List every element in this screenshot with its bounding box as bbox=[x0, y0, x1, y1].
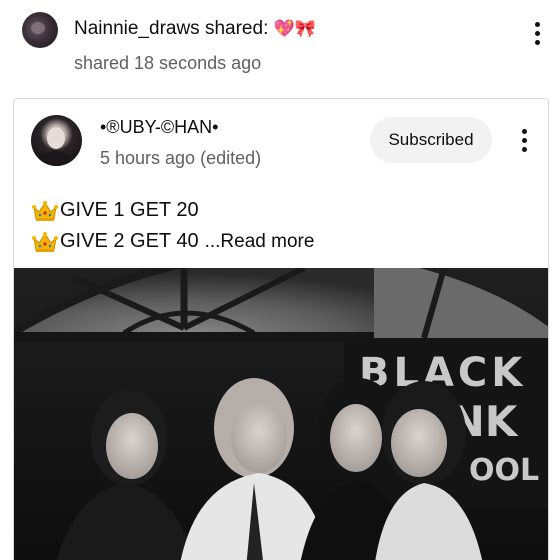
sharer-name[interactable]: Nainnie_draws bbox=[74, 18, 200, 39]
shared-label: shared: bbox=[204, 18, 269, 39]
post-line: GIVE 1 GET 20 bbox=[32, 195, 532, 226]
sign-text-3: OOL bbox=[469, 453, 539, 488]
post-photo: BLACK INK OOL bbox=[14, 268, 548, 560]
community-post-card: •®UBY-©HAN• 5 hours ago (edited) Subscri… bbox=[13, 98, 549, 560]
sharer-avatar[interactable] bbox=[22, 12, 58, 48]
post-image[interactable]: BLACK INK OOL bbox=[14, 268, 548, 560]
post-timestamp: 5 hours ago (edited) bbox=[100, 148, 262, 168]
crown-icon bbox=[32, 200, 58, 222]
post-text: GIVE 1 GET 20 GIVE 2 GET 40 ...Read more bbox=[32, 195, 532, 257]
read-more-link[interactable]: ...Read more bbox=[205, 226, 315, 257]
author-name[interactable]: •®UBY-©HAN• bbox=[100, 115, 219, 139]
post-line-text: GIVE 2 GET 40 bbox=[60, 230, 199, 252]
post-line: GIVE 2 GET 40 ...Read more bbox=[32, 226, 532, 257]
share-header: Nainnie_draws shared: 💖🎀 shared 18 secon… bbox=[0, 0, 560, 90]
author-avatar[interactable] bbox=[31, 115, 82, 166]
post-line-text: GIVE 1 GET 20 bbox=[60, 199, 199, 221]
subscribed-button[interactable]: Subscribed bbox=[370, 117, 492, 163]
share-line: Nainnie_draws shared: 💖🎀 bbox=[74, 16, 316, 42]
crown-icon bbox=[32, 231, 58, 253]
more-vert-icon[interactable] bbox=[512, 125, 536, 155]
share-timestamp: shared 18 seconds ago bbox=[74, 53, 262, 73]
share-emojis: 💖🎀 bbox=[273, 19, 316, 39]
more-vert-icon[interactable] bbox=[525, 18, 549, 48]
